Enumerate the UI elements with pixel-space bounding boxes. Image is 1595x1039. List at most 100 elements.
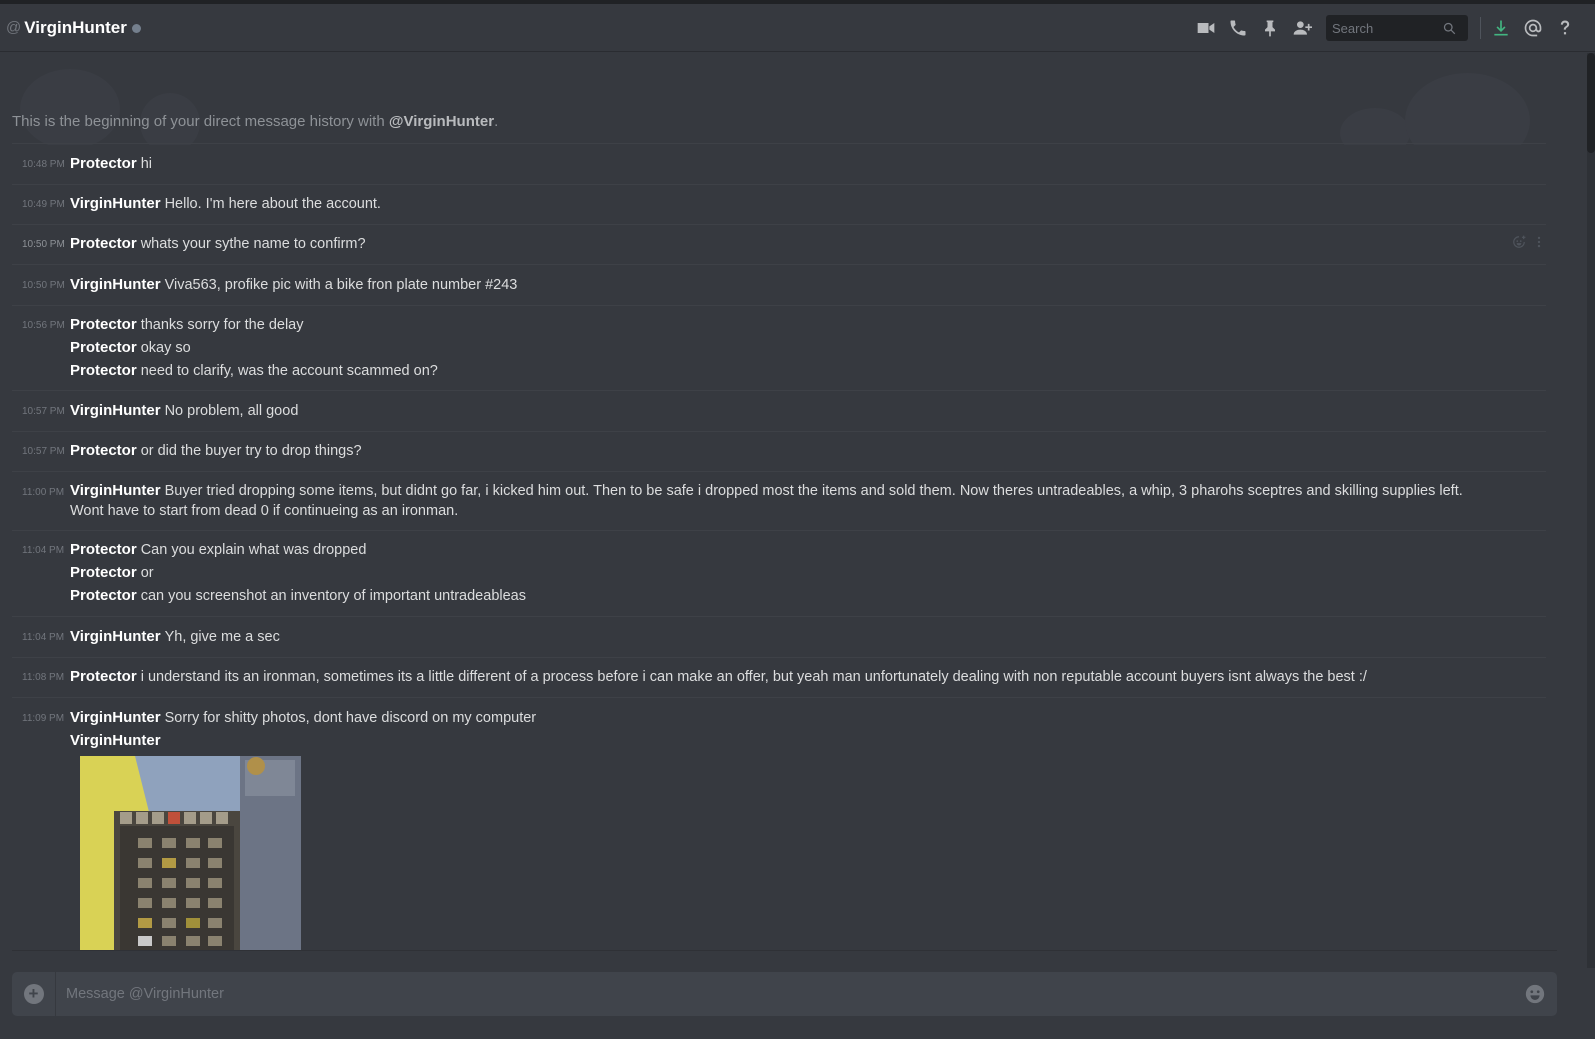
message-line: 11:00 PM VirginHunter Buyer tried droppin… — [0, 481, 1546, 523]
mentions-button[interactable] — [1517, 12, 1549, 44]
message-author[interactable]: VirginHunter — [70, 628, 161, 645]
message-line: Protector can you screenshot an inventory… — [0, 585, 1546, 608]
attachment-photo — [80, 756, 301, 950]
message-author[interactable]: VirginHunter — [70, 276, 161, 293]
more-options-icon[interactable] — [1532, 235, 1546, 249]
message-text: okay so — [140, 340, 191, 356]
timestamp[interactable]: 11:08 PM — [22, 667, 68, 689]
message-text: thanks sorry for the delay — [140, 317, 304, 333]
message-divider — [12, 143, 1546, 144]
message-group[interactable]: 11:04 PM Protector Can you explain what w… — [0, 539, 1546, 608]
search-input[interactable] — [1332, 20, 1442, 36]
timestamp[interactable]: 11:00 PM — [22, 482, 68, 504]
message-divider — [12, 471, 1546, 472]
message-composer: + — [12, 972, 1557, 1016]
timestamp[interactable]: 10:50 PM — [22, 275, 68, 297]
message-group[interactable]: 11:04 PM VirginHunter Yh, give me a sec — [0, 626, 1546, 649]
message-group[interactable]: 11:08 PM Protector i understand its an ir… — [0, 666, 1546, 689]
message-divider — [12, 657, 1546, 658]
message-text: Viva563, profike pic with a bike fron pl… — [164, 277, 518, 293]
timestamp[interactable]: 11:09 PM — [22, 708, 68, 730]
search-box[interactable] — [1326, 15, 1468, 41]
image-attachment[interactable] — [80, 756, 301, 950]
pin-icon — [1265, 20, 1275, 37]
message-text: No problem, all good — [164, 403, 299, 419]
message-scrollbar[interactable] — [1568, 53, 1595, 968]
message-input[interactable] — [56, 986, 1513, 1002]
message-author[interactable]: VirginHunter — [70, 709, 161, 726]
message-author[interactable]: Protector — [70, 316, 137, 333]
message-text: hi — [140, 156, 152, 172]
message-group[interactable]: 10:57 PM Protector or did the buyer try t… — [0, 440, 1546, 463]
message-group[interactable]: 11:00 PM VirginHunter Buyer tried droppin… — [0, 481, 1546, 523]
timestamp[interactable]: 10:57 PM — [22, 441, 68, 463]
timestamp[interactable]: 10:48 PM — [22, 154, 68, 176]
message-line: Protector need to clarify, was the accoun… — [0, 360, 1546, 383]
message-author[interactable]: Protector — [70, 587, 137, 604]
message-line: Protector or — [0, 562, 1546, 585]
message-line: 10:48 PM Protector hi — [0, 153, 1546, 176]
welcome-text: This is the beginning of your direct mes… — [12, 113, 389, 130]
scrollbar-track — [1587, 53, 1595, 968]
message-text: Buyer tried dropping some items, but did… — [70, 483, 1463, 519]
add-attachment-button[interactable]: + — [12, 972, 56, 1016]
message-text: i understand its an ironman, sometimes i… — [140, 669, 1367, 685]
voice-call-icon — [1230, 20, 1246, 36]
emoji-button[interactable] — [1513, 972, 1557, 1016]
message-author[interactable]: VirginHunter — [70, 195, 161, 212]
message-group[interactable]: 10:50 PM VirginHunter Viva563, profike pi… — [0, 274, 1546, 297]
message-group[interactable]: 10:49 PM VirginHunter Hello. I'm here abo… — [0, 193, 1546, 216]
download-button[interactable] — [1485, 12, 1517, 44]
message-author[interactable]: Protector — [70, 668, 137, 685]
voice-call-button[interactable] — [1222, 12, 1254, 44]
message-author[interactable]: VirginHunter — [70, 402, 161, 419]
timestamp[interactable]: 10:56 PM — [22, 315, 68, 337]
message-author[interactable]: Protector — [70, 362, 137, 379]
add-friend-button[interactable] — [1286, 12, 1318, 44]
welcome-decoration — [0, 53, 1568, 145]
message-line: 11:08 PM Protector i understand its an ir… — [0, 666, 1546, 689]
message-author[interactable]: VirginHunter — [70, 732, 161, 749]
message-group[interactable]: 10:50 PM Protector whats your sythe name … — [0, 233, 1546, 256]
message-author[interactable]: Protector — [70, 155, 137, 172]
message-author[interactable]: Protector — [70, 442, 137, 459]
channel-name[interactable]: VirginHunter — [24, 18, 127, 38]
pinned-messages-button[interactable] — [1254, 12, 1286, 44]
message-text: Yh, give me a sec — [164, 629, 280, 645]
add-friend-icon — [1293, 21, 1312, 35]
add-attachment-icon: + — [23, 984, 44, 1004]
message-divider — [12, 224, 1546, 225]
message-line: 11:04 PM Protector Can you explain what w… — [0, 539, 1546, 562]
help-icon — [1560, 20, 1570, 35]
message-text: Sorry for shitty photos, dont have disco… — [164, 710, 537, 726]
add-reaction-icon[interactable] — [1512, 235, 1526, 249]
at-icon: @ — [6, 19, 22, 36]
message-group[interactable]: 10:57 PM VirginHunter No problem, all goo… — [0, 400, 1546, 423]
message-group[interactable]: 11:09 PM VirginHunter Sorry for shitty ph… — [0, 707, 1546, 753]
status-indicator — [131, 23, 141, 33]
message-author[interactable]: Protector — [70, 339, 137, 356]
toolbar-divider — [1480, 17, 1481, 39]
timestamp[interactable]: 11:04 PM — [22, 540, 68, 562]
message-line: 11:09 PM VirginHunter Sorry for shitty ph… — [0, 707, 1546, 730]
scrollbar-thumb[interactable] — [1587, 53, 1595, 153]
message-text: need to clarify, was the account scammed… — [140, 363, 438, 379]
message-author[interactable]: Protector — [70, 235, 137, 252]
video-call-icon — [1197, 23, 1215, 33]
message-group[interactable]: 10:48 PM Protector hi — [0, 153, 1546, 176]
timestamp[interactable]: 10:57 PM — [22, 401, 68, 423]
timestamp[interactable]: 10:50 PM — [22, 234, 68, 256]
message-line: 10:50 PM VirginHunter Viva563, profike pi… — [0, 274, 1546, 297]
welcome-handle[interactable]: @VirginHunter — [389, 113, 494, 130]
message-text: or did the buyer try to drop things? — [140, 443, 362, 459]
timestamp[interactable]: 10:49 PM — [22, 194, 68, 216]
message-group[interactable]: 10:56 PM Protector thanks sorry for the d… — [0, 314, 1546, 383]
timestamp[interactable]: 11:04 PM — [22, 627, 68, 649]
message-author[interactable]: Protector — [70, 541, 137, 558]
message-author[interactable]: VirginHunter — [70, 482, 161, 499]
message-author[interactable]: Protector — [70, 564, 137, 581]
message-divider — [12, 184, 1546, 185]
video-call-button[interactable] — [1190, 12, 1222, 44]
help-button[interactable] — [1549, 12, 1581, 44]
welcome-message: This is the beginning of your direct mes… — [12, 113, 498, 130]
